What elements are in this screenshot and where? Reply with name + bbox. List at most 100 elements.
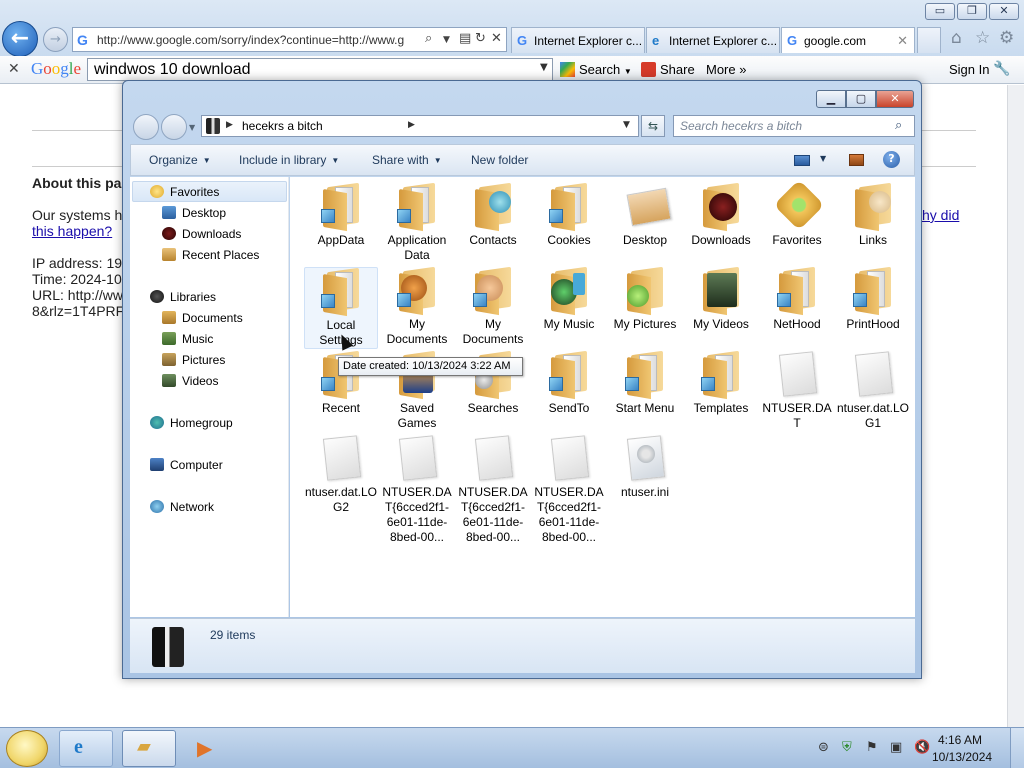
folder-favorites[interactable]: Favorites xyxy=(760,179,834,248)
explorer-refresh-button[interactable]: ⇆ xyxy=(641,115,665,137)
tab-ie-2[interactable]: e Internet Explorer c... xyxy=(646,27,780,53)
file-ntuser-log1[interactable]: ntuser.dat.LOG1 xyxy=(836,351,910,431)
signin-link[interactable]: Sign In xyxy=(949,62,989,77)
folder-my-documents-2[interactable]: My Documents xyxy=(456,266,530,347)
explorer-maximize-button[interactable]: ▢ xyxy=(846,90,876,108)
ie-restore-button[interactable]: ❐ xyxy=(957,3,987,20)
security-shield-icon[interactable]: ⛨ xyxy=(842,740,852,755)
toolbar-search-input[interactable]: windwos 10 download xyxy=(87,58,553,81)
folder-application-data[interactable]: Application Data xyxy=(380,182,454,263)
address-dropdown-icon[interactable]: ▼ xyxy=(443,35,450,45)
new-tab-button[interactable] xyxy=(917,27,941,53)
explorer-forward-button[interactable] xyxy=(161,114,187,140)
file-ntuser-guid-3[interactable]: NTUSER.DAT{6cced2f1-6e01-11de-8bed-00... xyxy=(532,435,606,545)
folder-nethood[interactable]: NetHood xyxy=(760,266,834,332)
gear-icon[interactable]: ⚙ xyxy=(999,28,1014,48)
file-ntuser-guid-2[interactable]: NTUSER.DAT{6cced2f1-6e01-11de-8bed-00... xyxy=(456,435,530,545)
toolbar-close-icon[interactable]: ✕ xyxy=(8,61,20,77)
search-icon[interactable]: ⌕ xyxy=(895,118,902,133)
nav-recent-places[interactable]: Recent Places xyxy=(162,248,259,262)
breadcrumb[interactable]: hecekrs a bitch xyxy=(242,119,323,133)
share-with-button[interactable]: Share with ▼ xyxy=(372,153,442,167)
why-link[interactable]: hy did xyxy=(922,207,959,223)
clock-date[interactable]: 10/13/2024 xyxy=(932,750,992,764)
explorer-back-button[interactable] xyxy=(133,114,159,140)
new-folder-button[interactable]: New folder xyxy=(471,153,528,167)
folder-appdata[interactable]: AppData xyxy=(304,182,378,248)
address-history-dropdown-icon[interactable]: ▼ xyxy=(623,120,630,130)
taskbar-internet-explorer[interactable]: e xyxy=(59,730,113,767)
folder-my-music[interactable]: My Music xyxy=(532,266,606,332)
taskbar-explorer[interactable]: ▰ xyxy=(122,730,176,767)
folder-my-pictures[interactable]: My Pictures xyxy=(608,266,682,332)
tab-ie-1[interactable]: G Internet Explorer c... xyxy=(511,27,645,53)
folder-desktop[interactable]: Desktop xyxy=(608,183,682,248)
start-button[interactable] xyxy=(6,730,48,767)
chevron-right-icon[interactable]: ▶ xyxy=(226,120,233,130)
clock-time[interactable]: 4:16 AM xyxy=(932,733,988,747)
nav-network[interactable]: Network xyxy=(150,500,214,514)
taskbar-media-player[interactable]: ▶ xyxy=(184,730,228,767)
volume-muted-icon[interactable]: 🔇 xyxy=(914,740,930,755)
ie-minimize-button[interactable]: ▭ xyxy=(925,3,955,20)
file-ntuser-dat[interactable]: NTUSER.DAT xyxy=(760,351,834,431)
toolbar-more-button[interactable]: More » xyxy=(706,62,746,77)
recent-pages-dropdown-icon[interactable]: ▼ xyxy=(189,123,195,132)
folder-my-documents[interactable]: My Documents xyxy=(380,266,454,347)
folder-my-videos[interactable]: My Videos xyxy=(684,266,758,332)
nav-homegroup[interactable]: Homegroup xyxy=(150,416,233,430)
favorites-star-icon[interactable]: ☆ xyxy=(975,28,990,48)
nav-computer[interactable]: Computer xyxy=(150,458,223,472)
page-scrollbar[interactable] xyxy=(1007,85,1024,727)
tab-close-icon[interactable]: ✕ xyxy=(897,33,908,49)
forward-button[interactable]: → xyxy=(43,27,68,52)
show-desktop-button[interactable] xyxy=(1010,728,1024,768)
explorer-address-bar[interactable]: ▶ hecekrs a bitch ▶ ▼ xyxy=(201,115,639,137)
folder-contacts[interactable]: Contacts xyxy=(456,182,530,248)
search-icon[interactable]: ⌕ xyxy=(425,31,432,46)
file-ntuser-ini[interactable]: ntuser.ini xyxy=(608,435,682,500)
toolbar-search-button[interactable]: Search ▼ xyxy=(560,62,632,77)
folder-start-menu[interactable]: Start Menu xyxy=(608,350,682,416)
explorer-minimize-button[interactable]: ▁ xyxy=(816,90,846,108)
stop-icon[interactable]: ✕ xyxy=(491,31,502,46)
tray-menu-icon[interactable]: ⊜ xyxy=(818,740,829,755)
refresh-icon[interactable]: ↻ xyxy=(475,31,486,46)
address-bar[interactable]: G http://www.google.com/sorry/index?cont… xyxy=(72,27,507,52)
search-dropdown-icon[interactable]: ▼ xyxy=(540,62,548,73)
wrench-icon[interactable]: 🔧 xyxy=(993,60,1010,77)
folder-templates[interactable]: Templates xyxy=(684,350,758,416)
preview-pane-icon[interactable] xyxy=(849,154,864,166)
action-center-flag-icon[interactable]: ⚑ xyxy=(866,740,878,755)
change-view-icon[interactable] xyxy=(794,155,810,166)
explorer-close-button[interactable]: ✕ xyxy=(876,90,914,108)
folder-downloads[interactable]: Downloads xyxy=(684,182,758,248)
nav-videos[interactable]: Videos xyxy=(162,374,218,388)
network-icon[interactable]: ▣ xyxy=(890,740,902,755)
organize-button[interactable]: Organize ▼ xyxy=(149,153,211,167)
help-icon[interactable]: ? xyxy=(883,151,900,168)
nav-favorites[interactable]: Favorites xyxy=(150,185,219,199)
nav-desktop[interactable]: Desktop xyxy=(162,206,226,220)
back-button[interactable]: ← xyxy=(2,21,38,57)
chevron-right-icon[interactable]: ▶ xyxy=(408,120,415,130)
home-icon[interactable]: ⌂ xyxy=(951,28,962,48)
folder-cookies[interactable]: Cookies xyxy=(532,182,606,248)
explorer-search-input[interactable]: Search hecekrs a bitch xyxy=(673,115,915,137)
toolbar-share-button[interactable]: Share xyxy=(641,62,695,77)
nav-pictures[interactable]: Pictures xyxy=(162,353,225,367)
happen-link[interactable]: this happen? xyxy=(32,223,112,239)
view-dropdown-icon[interactable]: ▼ xyxy=(820,154,826,163)
compat-view-icon[interactable]: ▤ xyxy=(459,31,471,46)
nav-libraries[interactable]: Libraries xyxy=(150,290,216,304)
nav-music[interactable]: Music xyxy=(162,332,213,346)
nav-documents[interactable]: Documents xyxy=(162,311,243,325)
tab-google[interactable]: G google.com ✕ xyxy=(781,27,915,53)
folder-sendto[interactable]: SendTo xyxy=(532,350,606,416)
nav-downloads[interactable]: Downloads xyxy=(162,227,241,241)
ie-close-button[interactable]: ✕ xyxy=(989,3,1019,20)
file-ntuser-log2[interactable]: ntuser.dat.LOG2 xyxy=(304,435,378,515)
include-in-library-button[interactable]: Include in library ▼ xyxy=(239,153,339,167)
folder-printhood[interactable]: PrintHood xyxy=(836,266,910,332)
file-ntuser-guid-1[interactable]: NTUSER.DAT{6cced2f1-6e01-11de-8bed-00... xyxy=(380,435,454,545)
